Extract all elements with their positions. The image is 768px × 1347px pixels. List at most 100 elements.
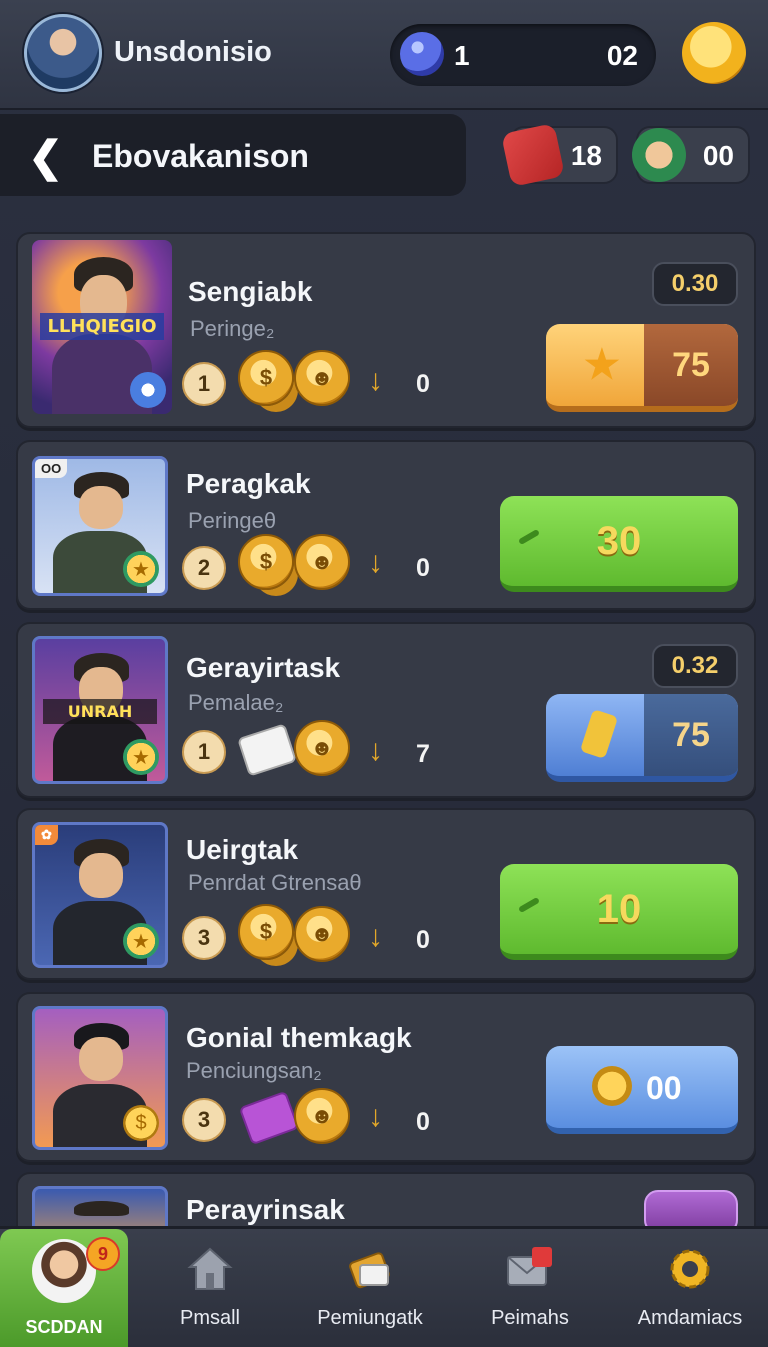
notification-badge: 9	[86, 1237, 120, 1271]
card-title: Peragkak	[186, 468, 311, 499]
nav-tab-home[interactable]: Pmsall	[148, 1229, 272, 1347]
button-value: 00	[646, 1070, 682, 1106]
event-thumbnail: $	[32, 1006, 168, 1150]
button-value: 75	[644, 694, 738, 776]
claim-button[interactable]: 00	[546, 1046, 738, 1134]
nav-label: Amdamiacs	[637, 1307, 743, 1329]
event-thumbnail: LLHQIEGIO ✦	[32, 240, 172, 414]
arrow-down-icon: ↓	[368, 364, 383, 397]
thumbnail-logo: LLHQIEGIO	[40, 313, 164, 341]
gold-bar-icon	[579, 709, 619, 759]
gear-icon	[664, 1243, 716, 1295]
star-badge-icon: ★	[123, 739, 159, 775]
card-title: Gerayirtask	[186, 652, 341, 683]
bottom-nav: 9 SCDDAN Pmsall Pemiungatk Peimahs Amdam…	[0, 1226, 768, 1347]
thumbnail-tag-icon: ✿	[35, 825, 58, 845]
nav-label: Pemiungatk	[317, 1307, 423, 1329]
star-badge-icon: ✦	[130, 372, 166, 408]
coin-icon: $	[238, 904, 294, 960]
rank-badge: 2	[182, 546, 226, 590]
mail-icon	[504, 1243, 556, 1295]
nav-label: Pmsall	[179, 1307, 240, 1329]
arrow-down-icon: ↓	[368, 920, 383, 953]
star-badge-icon: ★	[123, 923, 159, 959]
card-title: Gonial themkagk	[186, 1022, 412, 1053]
card-subtitle: Peringeθ	[188, 508, 277, 533]
reward-count: 0	[416, 1108, 430, 1136]
claim-button[interactable]: 10	[500, 864, 738, 960]
card-title: Sengiabk	[188, 276, 313, 307]
coin-icon: ☻	[294, 1088, 350, 1144]
thumbnail-tag: OO	[35, 459, 68, 478]
timer-badge: 0.32	[652, 644, 738, 688]
nav-tab-profile[interactable]: 9 SCDDAN	[0, 1229, 128, 1347]
nav-tab-mail[interactable]: Peimahs	[468, 1229, 592, 1347]
arrow-down-icon: ↓	[368, 546, 383, 579]
event-thumbnail: ✿ ★	[32, 822, 168, 968]
gift-icon	[344, 1243, 396, 1295]
nav-label: Peimahs	[491, 1307, 569, 1329]
event-card[interactable]: UNRAH ★ Gerayirtask Pemalae₂ 1 ☻ ↓ 7 0.3…	[16, 622, 756, 798]
card-subtitle: Peringe₂	[190, 316, 275, 341]
rank-badge: 1	[182, 730, 226, 774]
coin-icon: ☻	[294, 720, 350, 776]
coin-badge-icon: $	[123, 1105, 159, 1141]
card-title: Perayrinsak	[186, 1194, 345, 1225]
reward-count: 7	[416, 740, 430, 768]
event-thumbnail: OO ★	[32, 456, 168, 596]
page-title: Ebovakanison	[92, 138, 309, 174]
currency-pill[interactable]: 1 02	[390, 24, 656, 86]
character-icon	[632, 128, 686, 182]
rank-badge: 3	[182, 1098, 226, 1142]
gem-icon	[400, 32, 444, 76]
star-icon: ★	[584, 343, 620, 387]
gold-coin-icon[interactable]	[682, 22, 746, 84]
page-header: ❮ Ebovakanison	[0, 114, 466, 196]
event-thumbnail: UNRAH ★	[32, 636, 168, 784]
username: Unsdonisio	[114, 36, 272, 68]
coin-icon: ☻	[294, 350, 350, 406]
chest-count: 18	[570, 140, 602, 171]
nav-tab-rewards[interactable]: Pemiungatk	[296, 1229, 444, 1347]
timer-badge: 0.30	[652, 262, 738, 306]
event-card[interactable]: LLHQIEGIO ✦ Sengiabk Peringe₂ 1 $ ☻ ↓ 0 …	[16, 232, 756, 428]
nav-label: SCDDAN	[25, 1317, 103, 1337]
coin-icon: ☻	[294, 906, 350, 962]
arrow-down-icon: ↓	[368, 1100, 383, 1133]
reward-count: 0	[416, 926, 430, 954]
nav-tab-settings[interactable]: Amdamiacs	[620, 1229, 760, 1347]
gem-stack-icon	[238, 1090, 300, 1146]
coin-icon: ☻	[294, 534, 350, 590]
coin-icon: $	[238, 350, 294, 406]
resource-pill-chests[interactable]: 18	[500, 122, 618, 188]
button-value: 10	[596, 886, 642, 931]
card-subtitle: Penrdat Gtrensaθ	[188, 870, 362, 895]
claim-button[interactable]: 75	[546, 694, 738, 782]
star-badge-icon: ★	[123, 551, 159, 587]
event-card[interactable]: $ Gonial themkagk Penciungsan₂ 3 ☻ ↓ 0 0…	[16, 992, 756, 1162]
chest-icon	[500, 122, 566, 188]
ticket-icon	[237, 723, 297, 777]
event-card[interactable]: ✿ ★ Ueirgtak Penrdat Gtrensaθ 3 $ ☻ ↓ 0 …	[16, 808, 756, 980]
character-count: 00	[702, 140, 734, 171]
top-bar: Unsdonisio 1 02	[0, 0, 768, 110]
reward-count: 0	[416, 370, 430, 398]
resource-pill-characters[interactable]: 00	[632, 126, 750, 184]
player-avatar[interactable]	[24, 14, 102, 92]
card-title: Ueirgtak	[186, 834, 299, 865]
gem-count: 1	[454, 40, 470, 71]
home-icon	[184, 1243, 236, 1295]
rank-badge: 1	[182, 362, 226, 406]
reward-count: 0	[416, 554, 430, 582]
rank-badge: 3	[182, 916, 226, 960]
claim-button[interactable]: 30	[500, 496, 738, 592]
coin-icon: $	[238, 534, 294, 590]
claim-button[interactable]: ★ 75	[546, 324, 738, 412]
thumbnail-logo: UNRAH	[42, 698, 158, 724]
back-icon[interactable]: ❮	[28, 132, 63, 181]
coin-icon	[592, 1066, 632, 1106]
event-card[interactable]: OO ★ Peragkak Peringeθ 2 $ ☻ ↓ 0 30	[16, 440, 756, 610]
button-value: 75	[644, 324, 738, 406]
arrow-down-icon: ↓	[368, 734, 383, 767]
card-subtitle: Pemalae₂	[188, 690, 284, 715]
